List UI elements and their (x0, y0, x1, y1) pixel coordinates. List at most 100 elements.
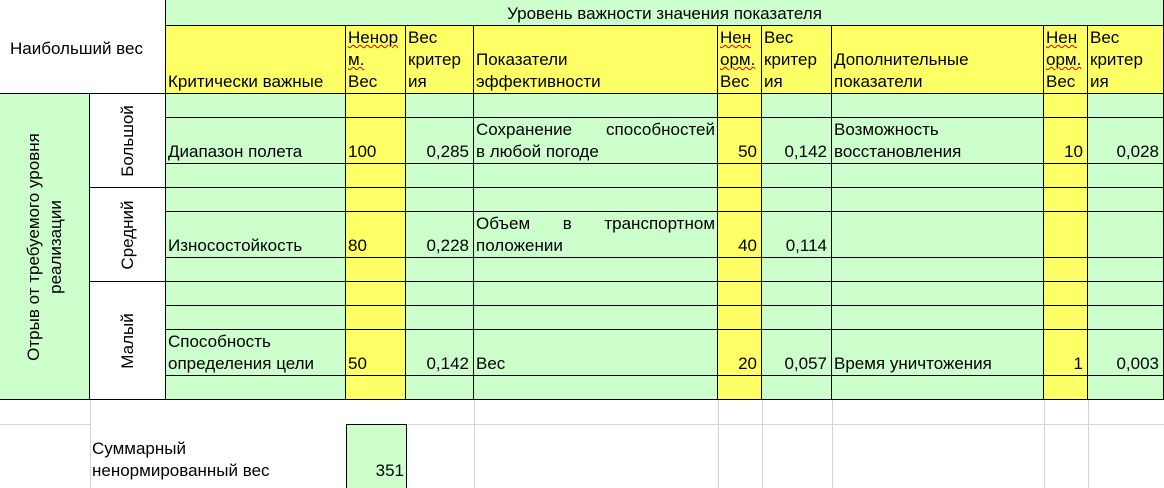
small-add-name-cell[interactable]: Время уничтожения (832, 330, 1044, 376)
cell[interactable] (1044, 282, 1088, 306)
unnorm2-header-cell[interactable]: Нен орм. Вес (718, 26, 762, 94)
cell[interactable] (832, 94, 1044, 118)
cell[interactable] (166, 282, 346, 306)
cell[interactable] (474, 164, 718, 188)
unnorm-weight-header-cell[interactable]: Ненор м. Вес (346, 26, 406, 94)
cell[interactable] (474, 188, 718, 212)
medium-add-weight-cell[interactable] (1088, 212, 1164, 258)
medium-crit-unnorm-cell[interactable]: 80 (346, 212, 406, 258)
cell[interactable] (1044, 164, 1088, 188)
cell[interactable] (346, 258, 406, 282)
cell[interactable] (1088, 188, 1164, 212)
cell[interactable] (166, 376, 346, 400)
cell[interactable] (718, 306, 762, 330)
big-crit-name-cell[interactable]: Диапазон полета (166, 118, 346, 164)
cell[interactable] (346, 188, 406, 212)
level-big-cell[interactable]: Большой (90, 94, 166, 188)
cell[interactable] (832, 188, 1044, 212)
cell[interactable] (166, 258, 346, 282)
cell[interactable] (406, 376, 474, 400)
unnorm3-header-cell[interactable]: Нен орм. Вес (1044, 26, 1088, 94)
level-medium-cell[interactable]: Средний (90, 188, 166, 282)
cell[interactable] (406, 282, 474, 306)
small-crit-weight-cell[interactable]: 0,142 (406, 330, 474, 376)
cell[interactable] (1088, 376, 1164, 400)
gap-label-cell[interactable]: Отрыв от требуемого уровня реализации (0, 94, 90, 400)
big-add-weight-cell[interactable]: 0,028 (1088, 118, 1164, 164)
cell[interactable] (762, 282, 832, 306)
cell[interactable] (1044, 376, 1088, 400)
big-crit-unnorm-cell[interactable]: 100 (346, 118, 406, 164)
cell[interactable] (1088, 94, 1164, 118)
cell[interactable] (832, 164, 1044, 188)
big-eff-unnorm-cell[interactable]: 50 (718, 118, 762, 164)
cell[interactable] (718, 376, 762, 400)
small-add-weight-cell[interactable]: 0,003 (1088, 330, 1164, 376)
medium-crit-name-cell[interactable]: Износостойкость (166, 212, 346, 258)
cell[interactable] (166, 94, 346, 118)
cell[interactable] (474, 376, 718, 400)
efficiency-header-cell[interactable]: Показатели эффективности (474, 26, 718, 94)
cell[interactable] (346, 164, 406, 188)
cell[interactable] (1088, 164, 1164, 188)
cell[interactable] (1088, 282, 1164, 306)
cell[interactable] (762, 306, 832, 330)
cell[interactable] (1044, 188, 1088, 212)
summary-value-cell[interactable]: 351 (346, 424, 407, 488)
small-crit-name-cell[interactable]: Способность определения цели (166, 330, 346, 376)
cell[interactable] (406, 306, 474, 330)
cell[interactable] (718, 258, 762, 282)
cell[interactable] (406, 258, 474, 282)
medium-eff-weight-cell[interactable]: 0,114 (762, 212, 832, 258)
small-crit-unnorm-cell[interactable]: 50 (346, 330, 406, 376)
medium-eff-name-cell[interactable]: Объем в транспортном положении (474, 212, 718, 258)
crit-weight3-header-cell[interactable]: Вес критер ия (1088, 26, 1164, 94)
additional-header-cell[interactable]: Дополнительные показатели (832, 26, 1044, 94)
big-eff-weight-cell[interactable]: 0,142 (762, 118, 832, 164)
cell[interactable] (832, 306, 1044, 330)
cell[interactable] (166, 306, 346, 330)
cell[interactable] (1088, 306, 1164, 330)
cell[interactable] (1044, 258, 1088, 282)
max-weight-header-cell[interactable]: Наибольший вес (0, 0, 166, 94)
cell[interactable] (832, 282, 1044, 306)
cell[interactable] (718, 282, 762, 306)
big-add-name-cell[interactable]: Возможность восстановления (832, 118, 1044, 164)
cell[interactable] (474, 258, 718, 282)
crit-weight-header-cell[interactable]: Вес критер ия (406, 26, 474, 94)
big-eff-name-cell[interactable]: Сохранение способностей в любой погоде (474, 118, 718, 164)
cell[interactable] (832, 258, 1044, 282)
cell[interactable] (718, 94, 762, 118)
cell[interactable] (406, 188, 474, 212)
medium-add-name-cell[interactable] (832, 212, 1044, 258)
cell[interactable] (762, 376, 832, 400)
big-crit-weight-cell[interactable]: 0,285 (406, 118, 474, 164)
small-eff-weight-cell[interactable]: 0,057 (762, 330, 832, 376)
cell[interactable] (832, 376, 1044, 400)
cell[interactable] (166, 164, 346, 188)
small-add-unnorm-cell[interactable]: 1 (1044, 330, 1088, 376)
cell[interactable] (346, 306, 406, 330)
medium-add-unnorm-cell[interactable] (1044, 212, 1088, 258)
cell[interactable] (406, 94, 474, 118)
medium-eff-unnorm-cell[interactable]: 40 (718, 212, 762, 258)
importance-level-header[interactable]: Уровень важности значения показателя (166, 0, 1164, 26)
cell[interactable] (1088, 258, 1164, 282)
cell[interactable] (474, 306, 718, 330)
cell[interactable] (1044, 306, 1088, 330)
cell[interactable] (346, 376, 406, 400)
summary-label[interactable]: Суммарный ненормированный вес (90, 424, 346, 488)
critical-header-cell[interactable]: Критически важные (166, 26, 346, 94)
medium-crit-weight-cell[interactable]: 0,228 (406, 212, 474, 258)
cell[interactable] (1044, 94, 1088, 118)
cell[interactable] (346, 282, 406, 306)
cell[interactable] (406, 164, 474, 188)
cell[interactable] (474, 94, 718, 118)
big-add-unnorm-cell[interactable]: 10 (1044, 118, 1088, 164)
cell[interactable] (166, 188, 346, 212)
cell[interactable] (762, 258, 832, 282)
cell[interactable] (762, 94, 832, 118)
cell[interactable] (718, 188, 762, 212)
cell[interactable] (718, 164, 762, 188)
cell[interactable] (474, 282, 718, 306)
